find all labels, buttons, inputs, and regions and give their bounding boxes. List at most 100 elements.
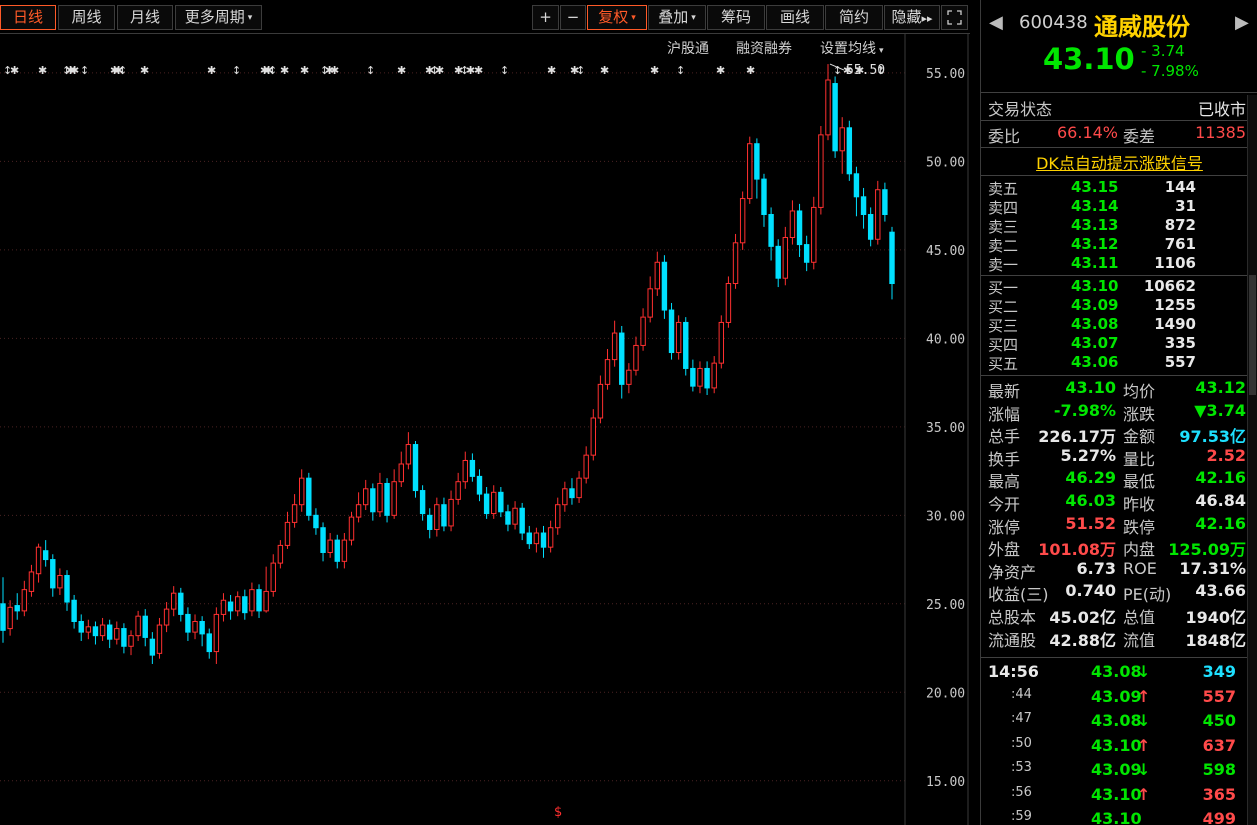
prev-stock-arrow-icon[interactable]: ◀ bbox=[989, 12, 1003, 33]
tick-volume: 598 bbox=[1202, 760, 1236, 779]
price-tick-label: 40.00 bbox=[926, 332, 965, 347]
candle-down bbox=[427, 514, 433, 530]
candle-down bbox=[185, 613, 191, 633]
zoom-in-button[interactable]: + bbox=[532, 5, 559, 30]
candle-down bbox=[92, 626, 99, 637]
panel-scrollbar[interactable] bbox=[1247, 95, 1257, 825]
tick-row: :53 43.09 ↓ 598 bbox=[981, 760, 1257, 784]
buy-order-row[interactable]: 买四 43.07 335 bbox=[981, 334, 1257, 354]
buy-order-row[interactable]: 买二 43.09 1255 bbox=[981, 296, 1257, 316]
panel-scroll-thumb[interactable] bbox=[1249, 275, 1256, 395]
candle-up bbox=[633, 344, 639, 371]
simple-mode-button[interactable]: 简约 bbox=[825, 5, 883, 30]
next-stock-arrow-icon[interactable]: ▶ bbox=[1235, 12, 1249, 33]
fuquan-dropdown[interactable]: 复权 ▾ bbox=[587, 5, 647, 30]
weicha-value: 11385 bbox=[1195, 123, 1246, 142]
sell-order-volume: 872 bbox=[1164, 216, 1196, 234]
candle-down bbox=[242, 596, 248, 614]
quote-label: 净资产 bbox=[988, 562, 1037, 582]
kline-chart[interactable]: ↕ ✱ ✱ ↕ ✱ ✱ ↕ ✱ ✱ ↕ ✱ ✱ ↕ ✱ ✱ ↕ ✱ ✱ ↕ ✱ ✱ ↕ ✱ ✱ ↕ ✱ ✱ ↕ ✱ ✱ ↕ ✱ ✱ ↕ ✱ ✱ ↕ ✱ ✱ ↕… bbox=[0, 34, 970, 825]
chip-button[interactable]: 筹码 bbox=[707, 5, 765, 30]
candle-up bbox=[405, 444, 412, 465]
tick-volume: 557 bbox=[1202, 686, 1236, 706]
link-margin[interactable]: 融资融券 bbox=[736, 38, 792, 58]
quote-label: 最高 bbox=[988, 472, 1021, 492]
overlay-dropdown[interactable]: 叠加 ▾ bbox=[648, 5, 706, 30]
signal-marker-icon: ↕ bbox=[676, 64, 685, 77]
tick-price: 43.09 bbox=[1091, 760, 1142, 779]
quote-value: -7.98% bbox=[1053, 400, 1116, 420]
price-tick-label: 30.00 bbox=[926, 509, 965, 524]
quote-value: 226.17万 bbox=[1038, 427, 1116, 447]
link-hgt[interactable]: 沪股通 bbox=[667, 38, 709, 58]
webi-label: 委比 bbox=[988, 127, 1021, 146]
candle-down bbox=[540, 532, 547, 548]
more-periods-dropdown[interactable]: 更多周期 ▾ bbox=[175, 5, 262, 30]
quote-value: 46.84 bbox=[1195, 491, 1246, 510]
sell-order-level-label: 卖一 bbox=[988, 256, 1019, 274]
quote-value: 46.29 bbox=[1065, 468, 1116, 488]
tab-weekly[interactable]: 周线 bbox=[58, 5, 115, 30]
candle-down bbox=[882, 189, 888, 215]
sell-order-row[interactable]: 卖三 43.13 872 bbox=[981, 216, 1257, 236]
link-ma-settings[interactable]: 设置均线 ▾ bbox=[820, 38, 884, 58]
quote-row: 涨停 51.52 跌停 42.16 bbox=[981, 513, 1257, 537]
price-change: - 3.74 bbox=[1141, 42, 1185, 60]
candle-down bbox=[860, 196, 867, 215]
draw-line-button[interactable]: 画线 bbox=[766, 5, 824, 30]
quote-label: 总股本 bbox=[988, 608, 1037, 627]
sell-order-row[interactable]: 卖一 43.11 1106 bbox=[981, 254, 1257, 274]
tab-daily[interactable]: 日线 bbox=[0, 5, 56, 30]
candle-up bbox=[697, 367, 703, 387]
tick-row: :59 43.10 499 bbox=[981, 809, 1257, 825]
sell-order-row[interactable]: 卖二 43.12 761 bbox=[981, 235, 1257, 255]
candle-down bbox=[498, 491, 504, 513]
dk-signal-link[interactable]: DK点自动提示涨跌信号 bbox=[1036, 154, 1203, 173]
candle-up bbox=[547, 527, 554, 548]
quote-value: 43.12 bbox=[1195, 378, 1246, 397]
candle-down bbox=[106, 624, 113, 640]
quote-value: 17.31% bbox=[1179, 558, 1246, 578]
buy-order-row[interactable]: 买一 43.10 10662 bbox=[981, 277, 1257, 297]
candle-down bbox=[796, 210, 803, 246]
sell-order-row[interactable]: 卖四 43.14 31 bbox=[981, 197, 1257, 217]
tick-volume: 365 bbox=[1202, 784, 1236, 804]
stock-header: ◀ 600438 通威股份 ▶ 43.10 - 3.74 - 7.98% bbox=[981, 0, 1257, 80]
candle-up bbox=[590, 417, 597, 456]
chevron-down-icon: ▾ bbox=[247, 13, 253, 23]
sell-order-row[interactable]: 卖五 43.15 144 bbox=[981, 178, 1257, 198]
tick-price: 43.08 bbox=[1091, 662, 1142, 681]
tick-volume: 349 bbox=[1202, 662, 1236, 681]
candle-down bbox=[50, 559, 56, 589]
candle-down bbox=[0, 603, 6, 631]
candle-up bbox=[597, 383, 604, 419]
candle-down bbox=[469, 459, 476, 477]
chevron-down-icon: ▾ bbox=[631, 13, 636, 23]
quote-value: 46.03 bbox=[1065, 491, 1116, 510]
buy-order-row[interactable]: 买三 43.08 1490 bbox=[981, 315, 1257, 335]
quote-value: 125.09万 bbox=[1168, 540, 1246, 560]
fullscreen-button[interactable] bbox=[941, 5, 968, 30]
signal-marker-icon: ✱ bbox=[280, 64, 289, 77]
candle-up bbox=[28, 571, 35, 592]
zoom-out-button[interactable]: − bbox=[560, 5, 586, 30]
quote-row: 最新 43.10 均价 43.12 bbox=[981, 378, 1257, 401]
quote-value: 45.02亿 bbox=[1049, 608, 1116, 627]
candle-down bbox=[832, 83, 838, 152]
candle-up bbox=[825, 79, 831, 136]
candle-up bbox=[263, 590, 269, 612]
candle-up bbox=[811, 206, 817, 263]
tab-monthly[interactable]: 月线 bbox=[117, 5, 173, 30]
candle-down bbox=[761, 178, 767, 215]
quote-label: 内盘 bbox=[1123, 540, 1156, 560]
hide-panel-button[interactable]: 隐藏▸▸ bbox=[884, 5, 940, 30]
candle-up bbox=[291, 504, 298, 523]
candle-down bbox=[476, 475, 483, 495]
signal-marker-icon: ✱ bbox=[716, 64, 725, 77]
quote-value: 42.16 bbox=[1195, 513, 1246, 533]
candle-up bbox=[725, 283, 732, 323]
quote-row: 外盘 101.08万 内盘 125.09万 bbox=[981, 536, 1257, 560]
buy-order-row[interactable]: 买五 43.06 557 bbox=[981, 353, 1257, 373]
tick-price: 43.10 bbox=[1091, 735, 1142, 755]
candle-down bbox=[661, 261, 668, 311]
